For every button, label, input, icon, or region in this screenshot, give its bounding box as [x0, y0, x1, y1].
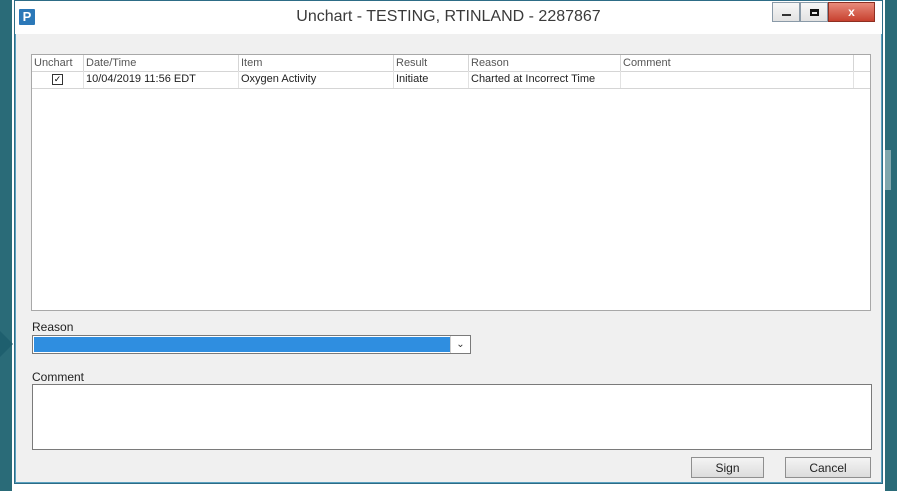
comment-cell — [621, 71, 854, 88]
column-header-date-time[interactable]: Date/Time — [84, 55, 239, 71]
column-header-result[interactable]: Result — [394, 55, 469, 71]
close-icon: x — [848, 5, 855, 19]
background-right-strip — [885, 0, 897, 491]
reason-dropdown[interactable]: ⌄ — [32, 335, 471, 354]
item-cell: Oxygen Activity — [239, 71, 394, 88]
unchart-cell — [32, 71, 84, 88]
unchart-checkbox[interactable] — [52, 74, 63, 85]
cancel-button[interactable]: Cancel — [785, 457, 871, 478]
reason-selected-value — [34, 337, 450, 352]
grid-header: Unchart Date/Time Item Result Reason Com… — [32, 55, 870, 72]
window-title: Unchart - TESTING, RTINLAND - 2287867 — [296, 8, 601, 25]
comment-label: Comment — [32, 370, 85, 384]
minimize-button[interactable] — [772, 2, 800, 22]
minimize-icon — [781, 14, 791, 16]
close-button[interactable]: x — [828, 2, 875, 22]
result-cell: Initiate — [394, 71, 469, 88]
column-header-unchart[interactable]: Unchart — [32, 55, 84, 71]
comment-textarea[interactable] — [32, 384, 872, 450]
reason-cell: Charted at Incorrect Time — [469, 71, 621, 88]
background-left-strip — [0, 0, 12, 491]
pointer-arrow-icon — [0, 331, 13, 357]
title-bar[interactable]: P Unchart - TESTING, RTINLAND - 2287867 … — [15, 1, 882, 34]
unchart-dialog: P Unchart - TESTING, RTINLAND - 2287867 … — [14, 0, 883, 484]
column-header-item[interactable]: Item — [239, 55, 394, 71]
reason-label: Reason — [32, 320, 74, 334]
unchart-grid: Unchart Date/Time Item Result Reason Com… — [31, 54, 871, 311]
maximize-button[interactable] — [800, 2, 828, 22]
date-time-cell: 10/04/2019 11:56 EDT — [84, 71, 239, 88]
chevron-down-icon[interactable]: ⌄ — [450, 336, 470, 353]
maximize-icon — [809, 8, 819, 16]
background-scrollbar-hint — [885, 150, 891, 190]
column-header-reason[interactable]: Reason — [469, 55, 621, 71]
sign-button[interactable]: Sign — [691, 457, 764, 478]
column-header-comment[interactable]: Comment — [621, 55, 854, 71]
table-row[interactable]: 10/04/2019 11:56 EDT Oxygen Activity Ini… — [32, 71, 870, 89]
